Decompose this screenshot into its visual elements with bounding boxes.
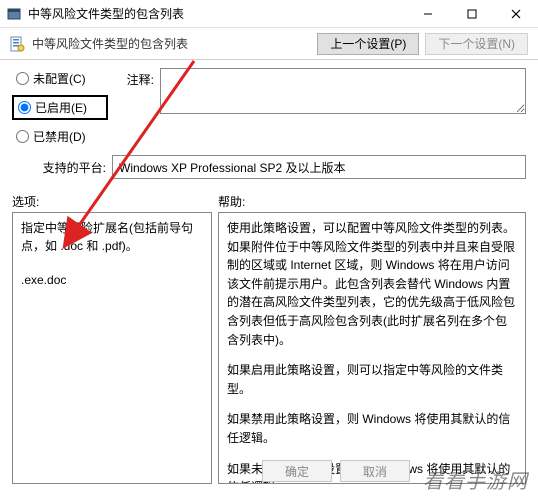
titlebar: 中等风险文件类型的包含列表 — [0, 0, 538, 28]
radio-not-configured-label: 未配置(C) — [33, 70, 86, 87]
radio-not-configured[interactable]: 未配置(C) — [12, 68, 108, 89]
ok-button[interactable]: 确定 — [262, 460, 332, 482]
panels: 指定中等风险扩展名(包括前导句点，如 .doc 和 .pdf)。 .exe.do… — [0, 212, 538, 484]
watermark: 看看手游网 — [423, 465, 528, 494]
previous-setting-button[interactable]: 上一个设置(P) — [317, 33, 419, 55]
window-icon — [6, 6, 22, 22]
subheader: 中等风险文件类型的包含列表 上一个设置(P) 下一个设置(N) — [0, 28, 538, 60]
config-area: 未配置(C) 已启用(E) 已禁用(D) 注释: 支持的平台: Windows … — [0, 60, 538, 185]
platform-value: Windows XP Professional SP2 及以上版本 — [112, 155, 526, 179]
next-setting-button: 下一个设置(N) — [425, 33, 528, 55]
help-paragraph-2: 如果启用此策略设置，则可以指定中等风险的文件类型。 — [227, 361, 517, 398]
window-controls — [406, 0, 538, 28]
radio-disabled-input[interactable] — [16, 130, 29, 143]
radio-disabled-label: 已禁用(D) — [33, 128, 86, 145]
comment-label: 注释: — [108, 68, 160, 88]
subheader-title: 中等风险文件类型的包含列表 — [32, 35, 317, 52]
policy-icon — [8, 35, 26, 53]
close-button[interactable] — [494, 0, 538, 28]
options-panel: 指定中等风险扩展名(包括前导句点，如 .doc 和 .pdf)。 .exe.do… — [12, 212, 212, 484]
section-labels: 选项: 帮助: — [0, 185, 538, 212]
options-value[interactable]: .exe.doc — [21, 273, 203, 287]
options-section-label: 选项: — [12, 193, 218, 210]
footer-buttons: 确定 取消 — [262, 460, 410, 482]
radio-disabled[interactable]: 已禁用(D) — [12, 126, 108, 147]
radio-enabled-label: 已启用(E) — [35, 99, 87, 116]
state-radio-group: 未配置(C) 已启用(E) 已禁用(D) — [12, 68, 108, 147]
radio-enabled[interactable]: 已启用(E) — [12, 95, 108, 120]
options-description: 指定中等风险扩展名(包括前导句点，如 .doc 和 .pdf)。 — [21, 219, 203, 255]
radio-enabled-input[interactable] — [18, 101, 31, 114]
help-paragraph-1: 使用此策略设置，可以配置中等风险文件类型的列表。如果附件位于中等风险文件类型的列… — [227, 219, 517, 349]
help-paragraph-3: 如果禁用此策略设置，则 Windows 将使用其默认的信任逻辑。 — [227, 410, 517, 447]
minimize-button[interactable] — [406, 0, 450, 28]
help-section-label: 帮助: — [218, 193, 526, 210]
comment-input[interactable] — [160, 68, 526, 114]
window-title: 中等风险文件类型的包含列表 — [28, 5, 184, 22]
maximize-button[interactable] — [450, 0, 494, 28]
help-panel: 使用此策略设置，可以配置中等风险文件类型的列表。如果附件位于中等风险文件类型的列… — [218, 212, 526, 484]
platform-label: 支持的平台: — [12, 159, 112, 176]
radio-not-configured-input[interactable] — [16, 72, 29, 85]
cancel-button[interactable]: 取消 — [340, 460, 410, 482]
